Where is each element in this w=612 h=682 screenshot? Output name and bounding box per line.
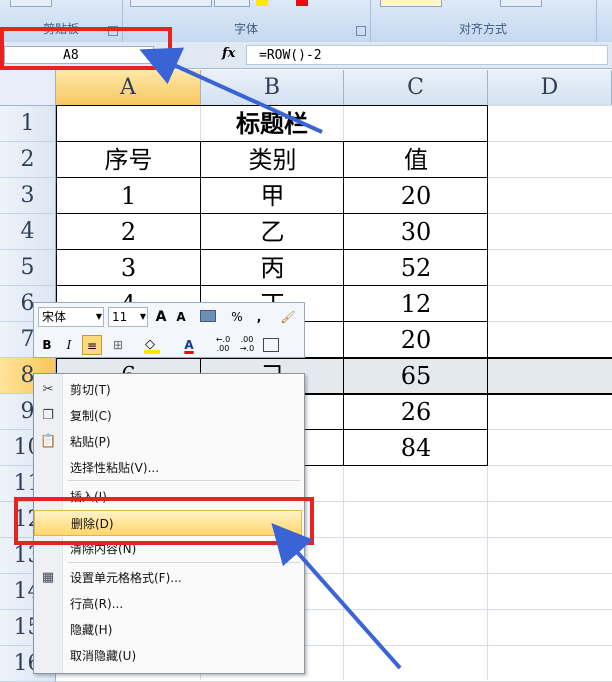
- arrow-to-delete: [271, 523, 402, 670]
- arrow-to-name-box: [139, 47, 323, 134]
- annotation-arrows: [139, 47, 402, 670]
